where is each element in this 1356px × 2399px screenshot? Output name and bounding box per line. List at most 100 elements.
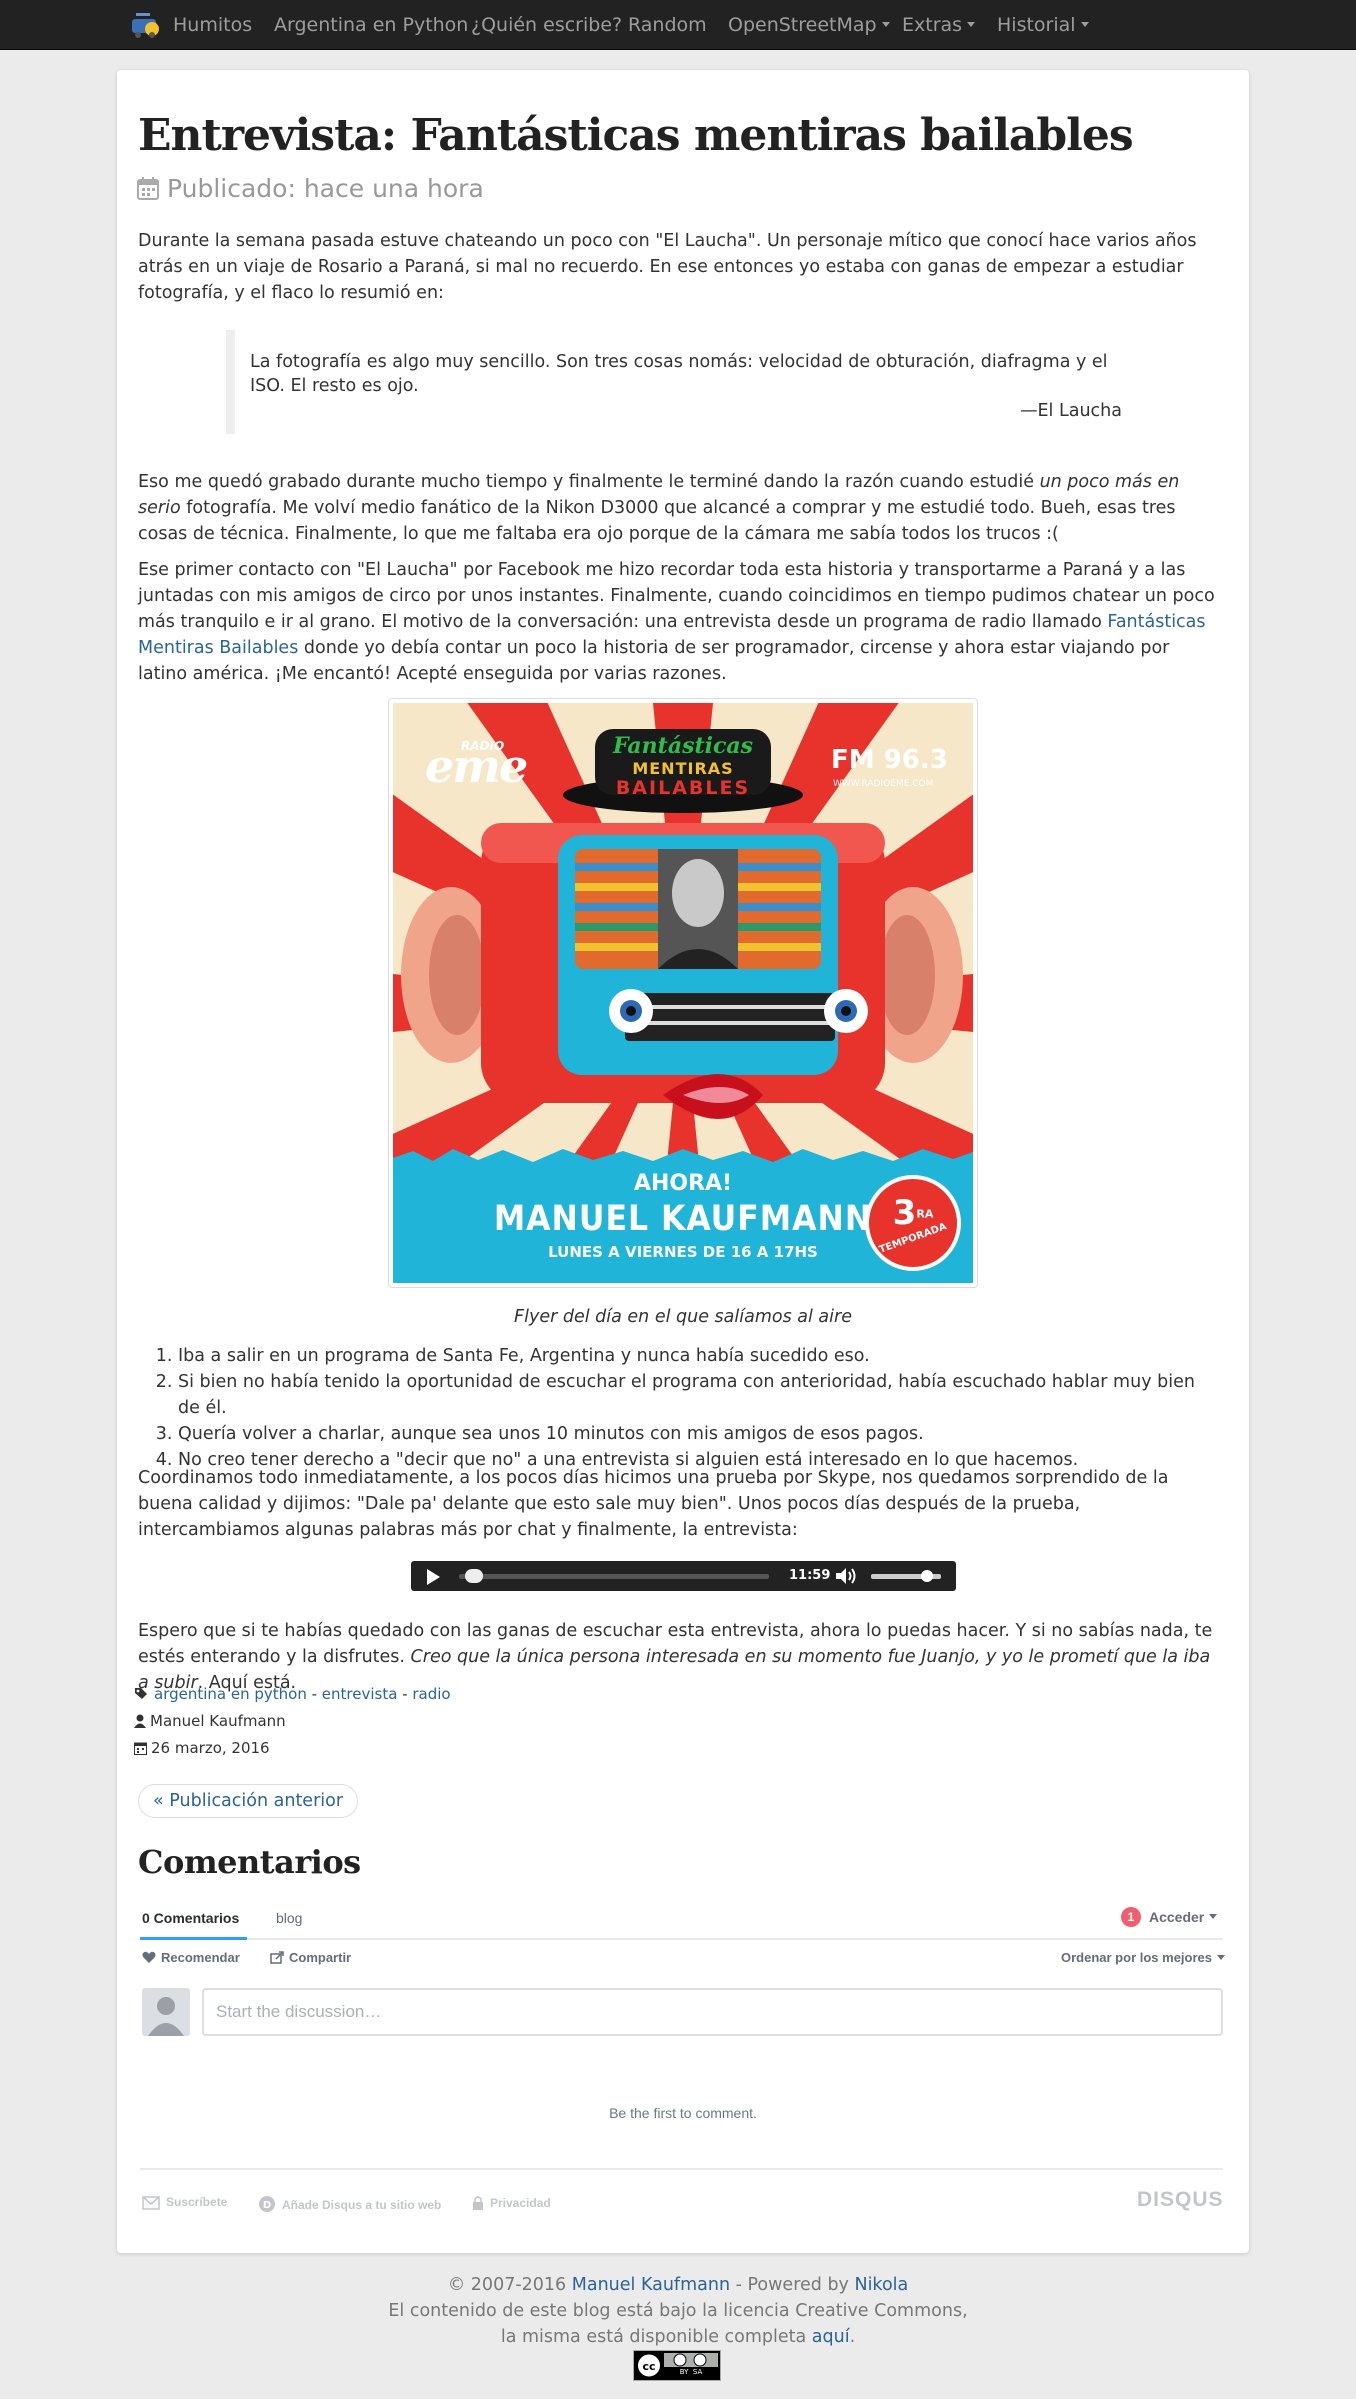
disqus-subscribe-label: Suscríbete	[166, 2195, 228, 2209]
tag-radio[interactable]: radio	[412, 1685, 450, 1703]
lock-icon	[473, 2196, 483, 2210]
disqus-add-link[interactable]: D Añade Disqus a tu sitio web	[258, 2195, 441, 2213]
tag-entrevista[interactable]: entrevista	[322, 1685, 398, 1703]
disqus-login-label: Acceder	[1149, 1909, 1205, 1925]
p3-start: Ese primer contacto con "El Laucha" por …	[138, 560, 1215, 632]
calendar-icon	[134, 1742, 147, 1755]
flyer-art: RADIO eme Fantásticas MENTIRAS BAILABLES…	[393, 703, 973, 1283]
reasons-list: Iba a salir en un programa de Santa Fe, …	[138, 1343, 1218, 1473]
volume-icon[interactable]	[835, 1567, 859, 1585]
footer-license-text: la misma está disponible completa	[500, 2327, 812, 2347]
disqus-divider	[140, 1938, 1223, 1940]
creative-commons-badge[interactable]: cc BY SA	[633, 2350, 721, 2381]
volume-handle[interactable]	[921, 1570, 933, 1582]
tag-argentina-en-python[interactable]: argentina en python	[154, 1685, 307, 1703]
user-icon	[134, 1714, 146, 1728]
footer-license-link[interactable]: aquí	[812, 2327, 850, 2347]
nav-item-historial-label: Historial	[997, 14, 1076, 36]
blockquote-bar	[226, 330, 235, 434]
tags-icon	[135, 1688, 147, 1699]
disqus-logo[interactable]: DISQUS	[1137, 2188, 1224, 2212]
post-paragraph-3: Ese primer contacto con "El Laucha" por …	[138, 557, 1218, 687]
post-author-name: Manuel Kaufmann	[150, 1712, 286, 1730]
blockquote-text: La fotografía es algo muy sencillo. Son …	[250, 352, 1108, 396]
svg-text:cc: cc	[642, 2360, 655, 2373]
calendar-icon	[137, 177, 159, 200]
post-tags: argentina en python - entrevista - radio	[134, 1685, 451, 1703]
post-paragraph-4: Coordinamos todo inmediatamente, a los p…	[138, 1468, 1169, 1540]
footer-author-link[interactable]: Manuel Kaufmann	[572, 2275, 730, 2295]
post-title[interactable]: Entrevista: Fantásticas mentiras bailabl…	[138, 110, 1134, 161]
avatar-placeholder-icon	[148, 1997, 184, 2036]
share-icon	[270, 1951, 284, 1964]
footer-license-end: .	[849, 2327, 856, 2347]
post-author: Manuel Kaufmann	[134, 1712, 286, 1730]
nav-item-random[interactable]: Random	[628, 0, 707, 50]
play-icon[interactable]	[427, 1569, 440, 1585]
disqus-privacy-label: Privacidad	[490, 2196, 551, 2210]
audio-progress-handle[interactable]	[465, 1569, 484, 1583]
flyer-show-line-3: BAILABLES	[615, 777, 751, 799]
creative-commons-label: BY SA	[679, 2368, 703, 2376]
post-date-text: 26 marzo, 2016	[151, 1739, 270, 1757]
flyer-image[interactable]: RADIO eme Fantásticas MENTIRAS BAILABLES…	[388, 698, 978, 1288]
tag-separator: -	[397, 1685, 413, 1703]
disqus-share-label: Compartir	[289, 1950, 352, 1965]
caret-down-icon	[1080, 21, 1089, 27]
svg-text:D: D	[263, 2200, 271, 2211]
disqus-empty-message: Be the first to comment.	[609, 2105, 757, 2121]
list-item: Quería volver a charlar, aunque sea unos…	[178, 1421, 1218, 1447]
post-paragraph-2: Eso me quedó grabado durante mucho tiemp…	[138, 469, 1218, 547]
nav-brand[interactable]: Humitos	[173, 0, 252, 50]
disqus-comment-input[interactable]: Start the discussion…	[202, 1988, 1223, 2036]
audio-time: 11:59	[789, 1568, 831, 1583]
nav-item-openstreetmap[interactable]: OpenStreetMap	[728, 0, 890, 50]
nav-item-historial[interactable]: Historial	[997, 0, 1089, 50]
caret-down-icon	[881, 21, 890, 27]
nav-item-quien-escribe[interactable]: ¿Quién escribe?	[471, 0, 622, 50]
brand-logo-icon[interactable]	[130, 9, 164, 41]
avatar	[142, 1988, 190, 2036]
disqus-share-button[interactable]: Compartir	[270, 1950, 351, 1965]
flyer-radio-brand: eme	[425, 739, 528, 793]
flyer-host-name: MANUEL KAUFMANN	[493, 1199, 873, 1239]
heart-icon	[142, 1951, 156, 1963]
post-date: 26 marzo, 2016	[134, 1739, 270, 1757]
tag-separator: -	[306, 1685, 322, 1703]
nav-item-argentina-en-python[interactable]: Argentina en Python	[274, 0, 468, 50]
nav-item-extras[interactable]: Extras	[902, 0, 976, 50]
blockquote-author: —El Laucha	[1020, 401, 1122, 421]
disqus-tab-comments[interactable]: 0 Comentarios	[142, 1910, 239, 1926]
footer-copyright: © 2007-2016 Manuel Kaufmann - Powered by…	[0, 2275, 1356, 2295]
footer-copy: © 2007-2016	[447, 2275, 572, 2295]
flyer-season-badge: 3RA TEMPORADA	[871, 1193, 955, 1256]
disqus-sort-label: Ordenar por los mejores	[1061, 1950, 1212, 1965]
disqus-subscribe-link[interactable]: Suscríbete	[142, 2195, 227, 2210]
flyer-frequency: FM 96.3	[831, 745, 948, 775]
p2-end: fotografía. Me volví medio fanático de l…	[138, 498, 1176, 544]
envelope-icon	[142, 2196, 160, 2210]
flyer-website: WWW.RADIOEME.COM	[833, 779, 934, 789]
disqus-login[interactable]: 1 Acceder	[1121, 1907, 1218, 1927]
disqus-footer-divider	[140, 2168, 1223, 2170]
list-item: Iba a salir en un programa de Santa Fe, …	[178, 1343, 1218, 1369]
caret-down-icon	[967, 21, 976, 27]
disqus-recommend-label: Recomendar	[161, 1950, 240, 1965]
post-published-text: Publicado: hace una hora	[167, 174, 484, 203]
post-published: Publicado: hace una hora	[137, 174, 484, 203]
notification-badge: 1	[1121, 1907, 1141, 1927]
footer-nikola-link[interactable]: Nikola	[854, 2275, 908, 2295]
disqus-recommend-button[interactable]: Recomendar	[142, 1950, 240, 1965]
p2-start: Eso me quedó grabado durante mucho tiemp…	[138, 472, 1040, 492]
disqus-sort-dropdown[interactable]: Ordenar por los mejores	[1061, 1950, 1225, 1965]
audio-progress-track[interactable]	[459, 1574, 769, 1579]
comments-title: Comentarios	[138, 1843, 361, 1881]
flyer-show-line-2: MENTIRAS	[632, 759, 734, 778]
disqus-privacy-link[interactable]: Privacidad	[472, 2195, 551, 2211]
footer-license-1: El contenido de este blog está bajo la l…	[388, 2301, 968, 2321]
disqus-tab-blog[interactable]: blog	[276, 1910, 302, 1926]
list-item: Si bien no había tenido la oportunidad d…	[178, 1369, 1218, 1421]
flyer-show-line-1: Fantásticas	[612, 733, 754, 759]
caret-down-icon	[1209, 1914, 1218, 1920]
previous-post-button[interactable]: « Publicación anterior	[138, 1784, 359, 1818]
